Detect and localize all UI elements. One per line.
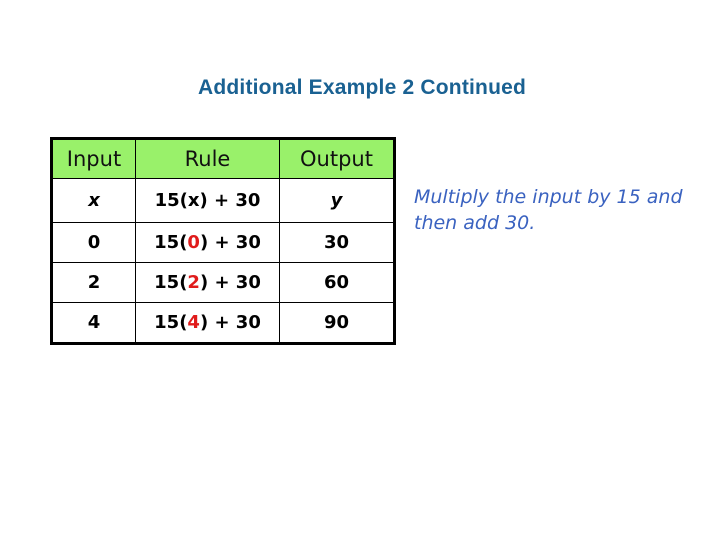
cell-rule: 15(2) + 30 [135, 262, 280, 303]
slide-title: Additional Example 2 Continued [197, 76, 527, 99]
rule-prefix: 15( [154, 312, 188, 333]
table-header-row: Input Rule Output [51, 138, 395, 179]
cell-output: 60 [279, 262, 395, 303]
rule-suffix: ) + 30 [199, 232, 261, 253]
rule-substituted-value: 4 [187, 312, 200, 333]
rule-suffix: ) + 30 [199, 272, 261, 293]
header-rule: Rule [135, 138, 280, 179]
cell-rule: 15(0) + 30 [135, 222, 280, 263]
table-row: 4 15(4) + 30 90 [51, 302, 395, 344]
rule-description-note: Multiply the input by 15 and then add 30… [414, 186, 683, 234]
input-output-table: Input Rule Output x 15(x) + 30 y 0 15(0)… [50, 137, 396, 345]
cell-input: 4 [51, 302, 136, 344]
rule-substituted-value: 0 [187, 232, 200, 253]
header-output: Output [279, 138, 395, 179]
cell-input: 2 [51, 262, 136, 303]
cell-rule: 15(x) + 30 [135, 178, 280, 223]
table-row: 0 15(0) + 30 30 [51, 222, 395, 263]
cell-input: 0 [51, 222, 136, 263]
cell-output: y [279, 178, 395, 223]
cell-input: x [51, 178, 136, 223]
rule-suffix: ) + 30 [199, 312, 261, 333]
cell-output: 90 [279, 302, 395, 344]
rule-substituted-value: 2 [187, 272, 200, 293]
rule-prefix: 15( [154, 272, 188, 293]
cell-rule: 15(4) + 30 [135, 302, 280, 344]
cell-output: 30 [279, 222, 395, 263]
table-row-variables: x 15(x) + 30 y [51, 178, 395, 223]
table-row: 2 15(2) + 30 60 [51, 262, 395, 303]
header-input: Input [51, 138, 136, 179]
rule-prefix: 15( [154, 232, 188, 253]
